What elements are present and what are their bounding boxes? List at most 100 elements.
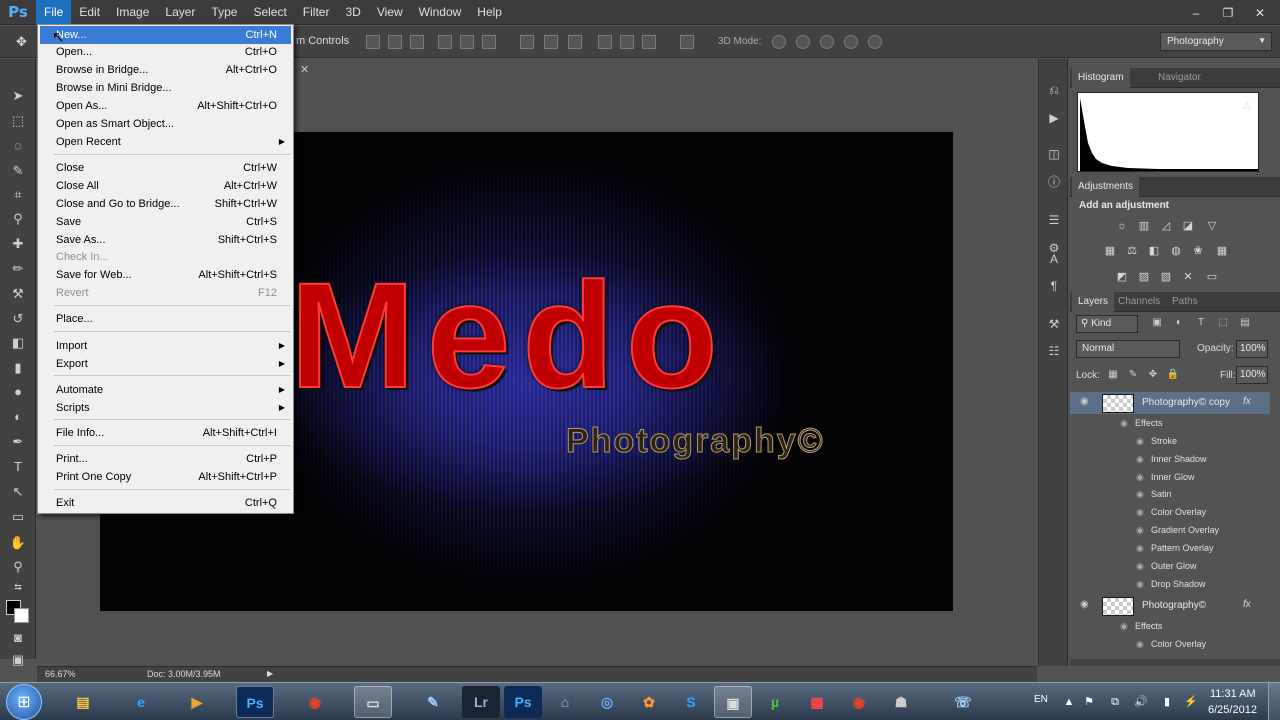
distribute-vcenter-icon[interactable] bbox=[544, 35, 558, 49]
lock-all-icon[interactable]: 🔒 bbox=[1166, 368, 1180, 382]
tab-paths[interactable]: Paths bbox=[1166, 292, 1204, 312]
picasa-taskbar-icon[interactable]: ✿ bbox=[630, 686, 668, 718]
screen-mode-icon[interactable]: ▣ bbox=[9, 651, 27, 669]
tab-adjustments[interactable]: Adjustments bbox=[1072, 177, 1140, 197]
history-brush-tool-icon[interactable]: ↺ bbox=[9, 310, 27, 328]
clock-time[interactable]: 11:31 AM bbox=[1210, 688, 1256, 700]
menu-3d[interactable]: 3D bbox=[337, 0, 368, 25]
eyedropper-tool-icon[interactable]: ⚲ bbox=[9, 210, 27, 228]
menu-window[interactable]: Window bbox=[411, 0, 470, 25]
eye-icon[interactable]: ◉ bbox=[1136, 507, 1144, 518]
eye-icon[interactable]: ◉ bbox=[1136, 639, 1144, 650]
lightroom-taskbar-icon[interactable]: Lr bbox=[462, 686, 500, 718]
channel-mixer-icon[interactable]: ❀ bbox=[1190, 244, 1206, 258]
photoshop-taskbar-icon[interactable]: Ps bbox=[236, 686, 274, 718]
quick-select-tool-icon[interactable]: ✎ bbox=[9, 162, 27, 180]
media-player-taskbar-icon[interactable]: ▶ bbox=[178, 686, 216, 718]
layer-row[interactable]: ◉ Photography© copy fx bbox=[1070, 392, 1270, 414]
game-taskbar-icon[interactable]: ☗ bbox=[882, 686, 920, 718]
close-icon[interactable]: ✕ bbox=[300, 63, 309, 76]
lock-transparent-icon[interactable]: ▦ bbox=[1106, 368, 1120, 382]
effect-row[interactable]: ◉ Drop Shadow bbox=[1070, 576, 1270, 594]
effect-row[interactable]: ◉ Inner Shadow bbox=[1070, 451, 1270, 469]
tool-taskbar-icon[interactable]: ✎ bbox=[414, 686, 452, 718]
transform-controls-label[interactable]: m Controls bbox=[296, 35, 349, 47]
posterize-icon[interactable]: ▨ bbox=[1136, 270, 1152, 284]
3d-rotate-icon[interactable] bbox=[772, 35, 786, 49]
adjustment-filter-icon[interactable]: ◐ bbox=[1172, 316, 1186, 330]
volume-icon[interactable]: 🔊 bbox=[1134, 695, 1148, 709]
eye-icon[interactable]: ◉ bbox=[1136, 579, 1144, 590]
menu-item-close-all[interactable]: Close All Alt+Ctrl+W bbox=[40, 177, 291, 195]
effect-row[interactable]: ◉ Gradient Overlay bbox=[1070, 522, 1270, 540]
menu-item-export[interactable]: Export ▶ bbox=[40, 355, 291, 373]
3d-roll-icon[interactable] bbox=[796, 35, 810, 49]
menu-item-automate[interactable]: Automate ▶ bbox=[40, 381, 291, 399]
dodge-tool-icon[interactable]: ◐ bbox=[9, 408, 27, 426]
status-menu-arrow-icon[interactable]: ▶ bbox=[267, 669, 273, 678]
photo-filter-icon[interactable]: ◍ bbox=[1168, 244, 1184, 258]
align-hcenter-icon[interactable] bbox=[460, 35, 474, 49]
layer-row[interactable]: ◉ Photography© fx bbox=[1070, 595, 1270, 617]
properties-icon[interactable]: ◫ bbox=[1045, 145, 1063, 163]
selective-color-icon[interactable]: ✕ bbox=[1180, 270, 1196, 284]
path-select-tool-icon[interactable]: ↖ bbox=[9, 483, 27, 501]
menu-item-print[interactable]: Print... Ctrl+P bbox=[40, 450, 291, 468]
fx-icon[interactable]: fx bbox=[1243, 396, 1251, 407]
restore-button[interactable]: ❐ bbox=[1214, 3, 1242, 23]
menu-filter[interactable]: Filter bbox=[295, 0, 338, 25]
actions-icon[interactable]: ▶ bbox=[1045, 109, 1063, 127]
folder-taskbar-icon[interactable]: ▭ bbox=[354, 686, 392, 718]
marquee-tool-icon[interactable]: ⬚ bbox=[9, 112, 27, 130]
black-white-icon[interactable]: ◧ bbox=[1146, 244, 1162, 258]
auto-align-icon[interactable] bbox=[680, 35, 694, 49]
3d-slide-icon[interactable] bbox=[844, 35, 858, 49]
exposure-icon[interactable]: ◪ bbox=[1180, 219, 1196, 233]
menu-item-close-go-bridge[interactable]: Close and Go to Bridge... Shift+Ctrl+W bbox=[40, 195, 291, 213]
align-left-icon[interactable] bbox=[438, 35, 452, 49]
type-tool-icon[interactable]: T bbox=[9, 458, 27, 476]
effect-row[interactable]: ◉ Color Overlay bbox=[1070, 636, 1270, 654]
effect-row[interactable]: ◉ Stroke bbox=[1070, 433, 1270, 451]
align-bottom-icon[interactable] bbox=[410, 35, 424, 49]
phone-taskbar-icon[interactable]: ☏ bbox=[944, 686, 982, 718]
menu-item-import[interactable]: Import ▶ bbox=[40, 337, 291, 355]
move-tool-icon[interactable]: ➤ bbox=[9, 87, 27, 105]
hue-saturation-icon[interactable]: ▦ bbox=[1102, 244, 1118, 258]
eye-icon[interactable]: ◉ bbox=[1136, 436, 1144, 447]
menu-file[interactable]: File bbox=[36, 0, 72, 25]
effect-row[interactable]: ◉ Outer Glow bbox=[1070, 558, 1270, 576]
clock-date[interactable]: 6/25/2012 bbox=[1208, 704, 1257, 716]
close-button[interactable]: ✕ bbox=[1246, 3, 1274, 23]
distribute-hcenter-icon[interactable] bbox=[620, 35, 634, 49]
type-filter-icon[interactable]: T bbox=[1194, 316, 1208, 330]
3d-scale-icon[interactable] bbox=[868, 35, 882, 49]
menu-item-open-smart-object[interactable]: Open as Smart Object... bbox=[40, 115, 291, 133]
swap-colors-icon[interactable]: ⇆ bbox=[9, 578, 27, 596]
brightness-icon[interactable]: ☼ bbox=[1114, 219, 1130, 233]
pen-tool-icon[interactable]: ✒ bbox=[9, 433, 27, 451]
menu-select[interactable]: Select bbox=[245, 0, 294, 25]
menu-image[interactable]: Image bbox=[108, 0, 157, 25]
eye-icon[interactable]: ◉ bbox=[1136, 454, 1144, 465]
chrome2-taskbar-icon[interactable]: ◉ bbox=[840, 686, 878, 718]
clone-stamp-tool-icon[interactable]: ⚒ bbox=[9, 285, 27, 303]
levels-icon[interactable]: ▥ bbox=[1136, 219, 1152, 233]
effect-row[interactable]: ◉ Inner Glow bbox=[1070, 469, 1270, 487]
paragraph-icon[interactable]: ¶ bbox=[1045, 277, 1063, 295]
utorrent-taskbar-icon[interactable]: µ bbox=[756, 686, 794, 718]
language-indicator[interactable]: EN bbox=[1034, 694, 1048, 705]
action-center-icon[interactable]: ⚑ bbox=[1082, 695, 1096, 709]
menu-item-place[interactable]: Place... bbox=[40, 310, 291, 328]
explorer-taskbar-icon[interactable]: ▤ bbox=[64, 686, 102, 718]
history-icon[interactable]: ⎌ bbox=[1045, 81, 1063, 99]
pixel-filter-icon[interactable]: ▣ bbox=[1150, 316, 1164, 330]
camera-taskbar-icon[interactable]: ◎ bbox=[588, 686, 626, 718]
menu-item-scripts[interactable]: Scripts ▶ bbox=[40, 399, 291, 417]
effect-row[interactable]: ◉ Pattern Overlay bbox=[1070, 540, 1270, 558]
effects-group[interactable]: ◉ Effects bbox=[1070, 618, 1270, 636]
workspace-dropdown[interactable]: Photography ▼ bbox=[1160, 32, 1272, 51]
threshold-icon[interactable]: ▧ bbox=[1158, 270, 1174, 284]
lock-image-icon[interactable]: ✎ bbox=[1126, 368, 1140, 382]
curves-icon[interactable]: ◿ bbox=[1158, 219, 1174, 233]
